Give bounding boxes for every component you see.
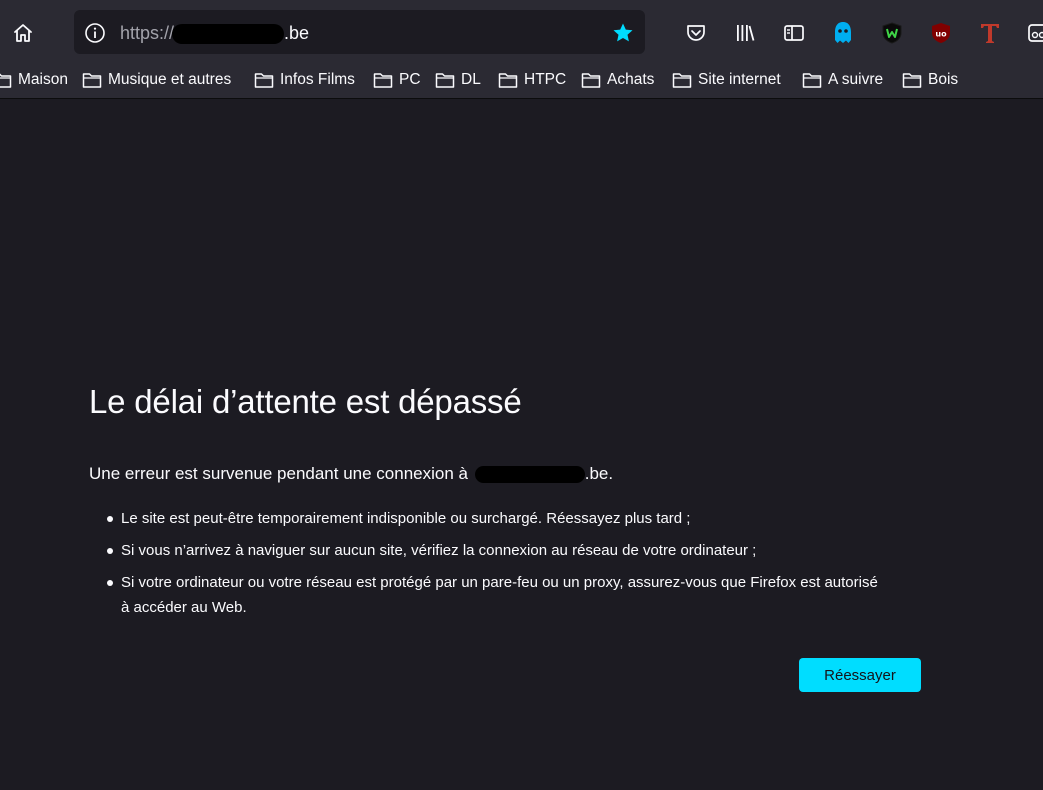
home-icon	[14, 24, 32, 42]
folder-icon	[82, 73, 102, 88]
folder-icon	[435, 73, 455, 88]
url-domain-suffix: .be	[284, 23, 310, 43]
pocket-button[interactable]	[684, 21, 708, 45]
retry-button[interactable]: Réessayer	[799, 658, 921, 692]
pocket-icon	[687, 25, 705, 41]
ghostery-button[interactable]	[831, 21, 855, 45]
error-description-suffix: .be.	[584, 464, 614, 483]
bookmark-label: A suivre	[828, 71, 884, 88]
library-icon	[737, 25, 755, 41]
error-suggestions-list: Le site est peut-être temporairement ind…	[89, 506, 889, 627]
library-button[interactable]	[733, 21, 757, 45]
extension-icon	[1028, 24, 1043, 42]
folder-icon	[581, 73, 601, 88]
w-extension-icon	[882, 22, 902, 44]
bookmark-label: HTPC	[524, 71, 567, 88]
bookmark-folder-site-internet[interactable]: Site internet	[672, 69, 781, 91]
folder-icon	[902, 73, 922, 88]
bookmarks-toolbar: Maison Musique et autres Infos Films PC …	[0, 60, 1043, 99]
bookmark-folder-maison[interactable]: Maison	[0, 69, 68, 91]
bookmark-label: Maison	[18, 71, 68, 88]
bookmark-label: Musique et autres	[108, 71, 232, 88]
bookmark-folder-a-suivre[interactable]: A suivre	[802, 69, 883, 91]
sidebar-icon	[784, 25, 804, 41]
ublock-origin-icon: uo	[932, 23, 950, 43]
svg-text:uo: uo	[935, 30, 947, 39]
w-extension-button[interactable]	[880, 21, 904, 45]
site-info-icon[interactable]	[84, 22, 106, 44]
navigation-toolbar: https:// .be uo	[0, 6, 1043, 60]
bookmark-label: Achats	[607, 71, 655, 88]
error-title: Le délai d’attente est dépassé	[89, 383, 522, 420]
bookmark-label: DL	[461, 71, 481, 88]
error-suggestion: Si votre ordinateur ou votre réseau est …	[89, 570, 889, 620]
t-extension-button[interactable]	[978, 21, 1002, 45]
folder-icon	[373, 73, 393, 88]
error-suggestion: Le site est peut-être temporairement ind…	[89, 506, 889, 531]
bookmark-star-icon[interactable]	[612, 22, 634, 44]
url-text[interactable]: https:// .be	[120, 23, 310, 45]
redacted-domain	[172, 24, 285, 45]
extension-button[interactable]	[1026, 21, 1043, 45]
error-description-prefix: Une erreur est survenue pendant une conn…	[89, 464, 473, 483]
error-description: Une erreur est survenue pendant une conn…	[89, 464, 613, 484]
t-extension-icon	[981, 24, 999, 43]
bookmark-folder-htpc[interactable]: HTPC	[498, 69, 566, 91]
bookmark-folder-dl[interactable]: DL	[435, 69, 481, 91]
folder-icon	[498, 73, 518, 88]
ghostery-icon	[835, 22, 851, 43]
folder-icon	[802, 73, 822, 88]
bookmark-label: Bois	[928, 71, 959, 88]
bookmark-label: Site internet	[698, 71, 781, 88]
bookmark-folder-musique[interactable]: Musique et autres	[82, 69, 231, 91]
sidebar-button[interactable]	[782, 21, 806, 45]
ublock-origin-button[interactable]: uo	[929, 21, 953, 45]
redacted-hostname	[474, 466, 585, 484]
error-suggestion: Si vous n’arrivez à naviguer sur aucun s…	[89, 538, 889, 563]
error-page: Le délai d’attente est dépassé Une erreu…	[0, 99, 1043, 790]
folder-icon	[254, 73, 274, 88]
bookmark-folder-infos-films[interactable]: Infos Films	[254, 69, 355, 91]
url-scheme: https://	[120, 23, 175, 43]
bookmark-folder-bois[interactable]: Bois	[902, 69, 958, 91]
folder-icon	[672, 73, 692, 88]
home-button[interactable]	[6, 16, 40, 50]
bookmark-folder-achats[interactable]: Achats	[581, 69, 654, 91]
bookmark-label: PC	[399, 71, 421, 88]
folder-icon	[0, 73, 12, 88]
address-bar[interactable]: https:// .be	[74, 10, 645, 54]
bookmark-folder-pc[interactable]: PC	[373, 69, 421, 91]
bookmark-label: Infos Films	[280, 71, 355, 88]
